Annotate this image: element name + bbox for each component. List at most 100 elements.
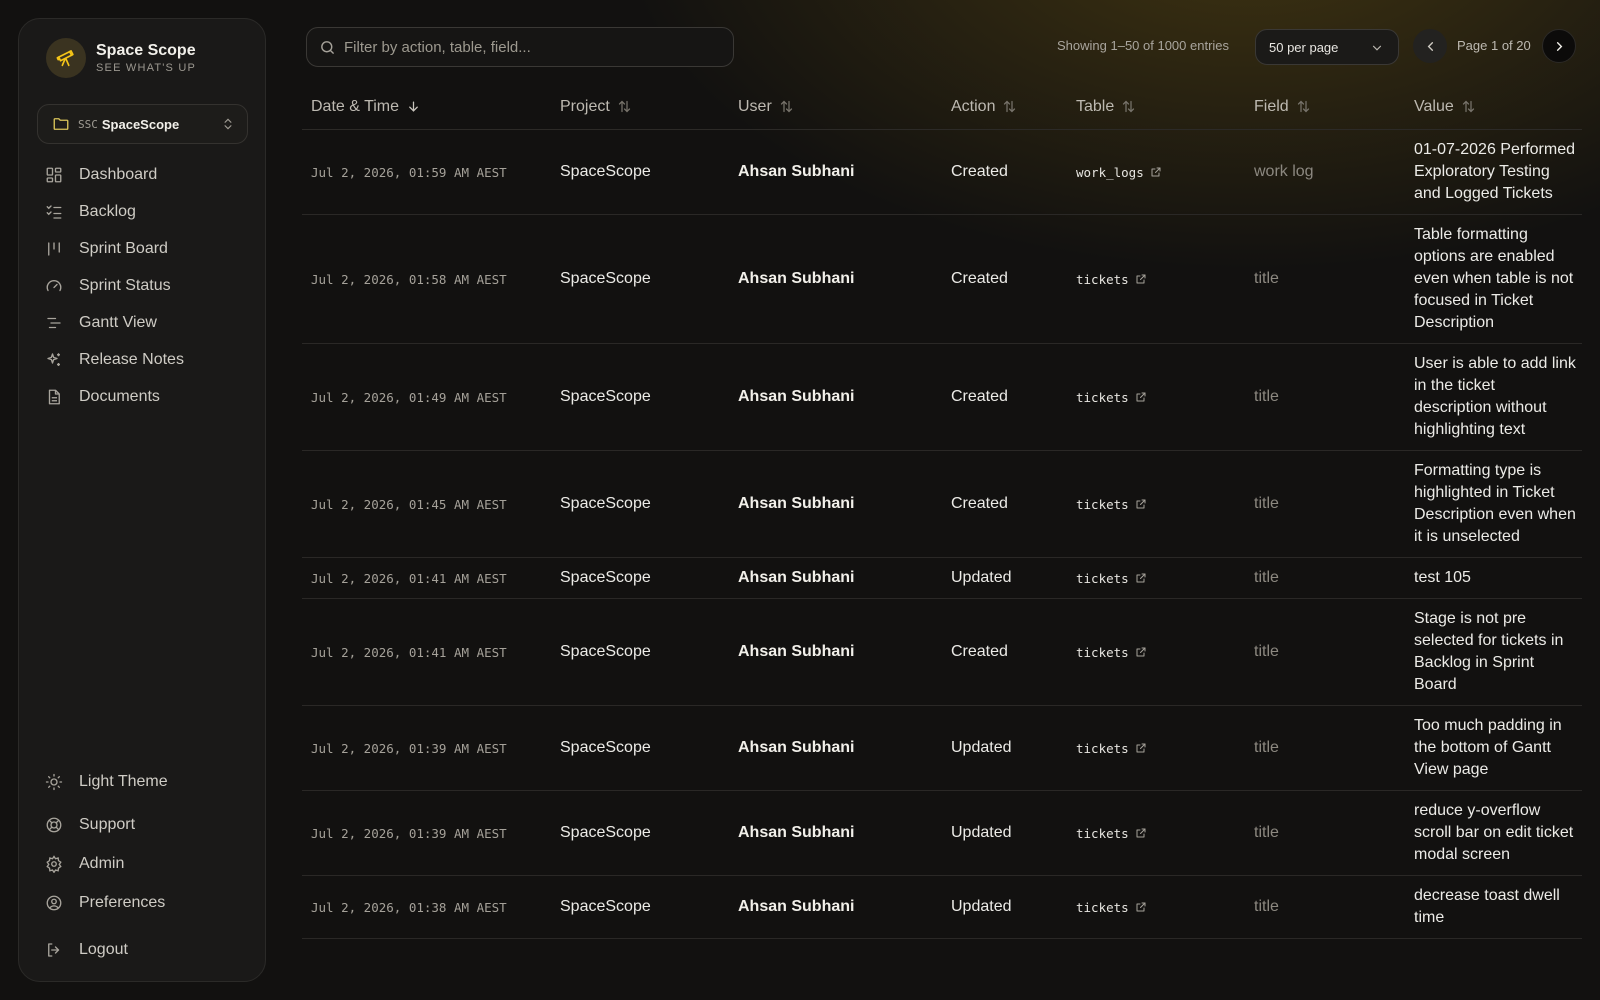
- search-box[interactable]: [306, 27, 734, 67]
- table-name: tickets: [1076, 740, 1129, 756]
- external-link-icon: [1136, 392, 1146, 402]
- table-name: work_logs: [1076, 164, 1144, 180]
- cell-table-link[interactable]: tickets: [1067, 497, 1245, 512]
- arrow-down-icon: [409, 101, 418, 112]
- cell-action: Created: [951, 270, 1008, 287]
- cell-value: Formatting type is highlighted in Ticket…: [1414, 462, 1576, 545]
- cell-project: SpaceScope: [560, 270, 651, 287]
- column-header-project[interactable]: Project: [551, 98, 729, 116]
- cell-user: Ahsan Subhani: [738, 495, 855, 512]
- gantt-icon: [47, 317, 61, 328]
- column-header-value[interactable]: Value: [1405, 98, 1582, 116]
- cell-user: Ahsan Subhani: [738, 739, 855, 756]
- search-input[interactable]: [344, 38, 704, 56]
- table-row[interactable]: Jul 2, 2026, 01:41 AM AEST SpaceScope Ahsa…: [302, 558, 1582, 599]
- cell-table-link[interactable]: work_logs: [1067, 165, 1245, 180]
- previous-page-button[interactable]: [1413, 29, 1447, 63]
- nav-label: Gantt View: [79, 313, 157, 331]
- table-row[interactable]: Jul 2, 2026, 01:59 AM AEST SpaceScope Ahsa…: [302, 130, 1582, 215]
- table-name: tickets: [1076, 899, 1129, 915]
- nav-item-support[interactable]: Support: [45, 805, 245, 844]
- column-header-user[interactable]: User: [729, 98, 942, 116]
- cell-field: work log: [1254, 163, 1314, 180]
- column-header-field[interactable]: Field: [1245, 98, 1405, 116]
- cell-table-link[interactable]: tickets: [1067, 741, 1245, 756]
- cell-action: Updated: [951, 739, 1012, 756]
- table-row[interactable]: Jul 2, 2026, 01:45 AM AEST SpaceScope Ahsa…: [302, 451, 1582, 558]
- cell-field: title: [1254, 388, 1279, 405]
- cell-field: title: [1254, 824, 1279, 841]
- cell-field: title: [1254, 569, 1279, 586]
- nav-item-sprint-board[interactable]: Sprint Board: [45, 230, 245, 267]
- table-name: tickets: [1076, 271, 1129, 287]
- main-nav: Dashboard Backlog Sprint Board Sprint St…: [45, 156, 245, 415]
- nav-label: Sprint Board: [79, 239, 168, 257]
- external-link-icon: [1136, 499, 1146, 509]
- cell-action: Updated: [951, 824, 1012, 841]
- cell-table-link[interactable]: tickets: [1067, 645, 1245, 660]
- external-link-icon: [1136, 274, 1146, 284]
- table-row[interactable]: Jul 2, 2026, 01:39 AM AEST SpaceScope Ahsa…: [302, 791, 1582, 876]
- cell-table-link[interactable]: tickets: [1067, 272, 1245, 287]
- cell-user: Ahsan Subhani: [738, 388, 855, 405]
- cell-value: Too much padding in the bottom of Gantt …: [1414, 717, 1562, 778]
- nav-label: Release Notes: [79, 350, 184, 368]
- nav-item-preferences[interactable]: Preferences: [45, 883, 245, 922]
- project-selector[interactable]: SSC SpaceScope: [37, 104, 248, 144]
- column-header-action[interactable]: Action: [942, 98, 1067, 116]
- nav-item-light-theme[interactable]: Light Theme: [45, 762, 245, 801]
- cell-table-link[interactable]: tickets: [1067, 900, 1245, 915]
- telescope-icon: [46, 38, 86, 78]
- sort-icon: [1123, 100, 1135, 113]
- table-row[interactable]: Jul 2, 2026, 01:38 AM AEST SpaceScope Ahsa…: [302, 876, 1582, 939]
- cell-field: title: [1254, 643, 1279, 660]
- cell-table-link[interactable]: tickets: [1067, 826, 1245, 841]
- nav-item-logout[interactable]: Logout: [45, 930, 245, 969]
- next-page-button[interactable]: [1542, 29, 1576, 63]
- nav-item-backlog[interactable]: Backlog: [45, 193, 245, 230]
- nav-item-sprint-status[interactable]: Sprint Status: [45, 267, 245, 304]
- bottom-nav: Light Theme Support Admin Preferences Lo…: [45, 762, 245, 969]
- brand[interactable]: Space Scope SEE WHAT'S UP: [46, 38, 196, 78]
- cell-value: test 105: [1414, 569, 1471, 586]
- sort-icon: [1297, 100, 1309, 113]
- external-link-icon: [1151, 167, 1161, 177]
- column-header-date-time[interactable]: Date & Time: [302, 98, 551, 116]
- nav-item-documents[interactable]: Documents: [45, 378, 245, 415]
- table-body: Jul 2, 2026, 01:59 AM AEST SpaceScope Ahsa…: [302, 130, 1582, 939]
- per-page-select[interactable]: 50 per page: [1255, 29, 1399, 65]
- external-link-icon: [1136, 743, 1146, 753]
- cell-project: SpaceScope: [560, 739, 651, 756]
- sort-icon: [1004, 100, 1016, 113]
- nav-item-release-notes[interactable]: Release Notes: [45, 341, 245, 378]
- nav-item-dashboard[interactable]: Dashboard: [45, 156, 245, 193]
- cell-field: title: [1254, 739, 1279, 756]
- cell-datetime: Jul 2, 2026, 01:41 AM AEST: [311, 644, 507, 660]
- table-row[interactable]: Jul 2, 2026, 01:58 AM AEST SpaceScope Ahsa…: [302, 215, 1582, 344]
- sort-icon: [780, 100, 792, 113]
- cell-datetime: Jul 2, 2026, 01:39 AM AEST: [311, 740, 507, 756]
- table-row[interactable]: Jul 2, 2026, 01:49 AM AEST SpaceScope Ahsa…: [302, 344, 1582, 451]
- cell-value: decrease toast dwell time: [1414, 887, 1560, 926]
- cell-project: SpaceScope: [560, 163, 651, 180]
- cell-user: Ahsan Subhani: [738, 163, 855, 180]
- chevron-down-icon: [1372, 45, 1382, 51]
- kanban-icon: [48, 241, 60, 256]
- cell-table-link[interactable]: tickets: [1067, 390, 1245, 405]
- cell-datetime: Jul 2, 2026, 01:38 AM AEST: [311, 899, 507, 915]
- cell-action: Updated: [951, 569, 1012, 586]
- nav-item-gantt-view[interactable]: Gantt View: [45, 304, 245, 341]
- logout-icon: [48, 942, 60, 957]
- table-row[interactable]: Jul 2, 2026, 01:41 AM AEST SpaceScope Ahsa…: [302, 599, 1582, 706]
- column-header-table[interactable]: Table: [1067, 98, 1245, 116]
- cell-user: Ahsan Subhani: [738, 569, 855, 586]
- table-row[interactable]: Jul 2, 2026, 01:39 AM AEST SpaceScope Ahsa…: [302, 706, 1582, 791]
- cell-action: Created: [951, 495, 1008, 512]
- cell-project: SpaceScope: [560, 495, 651, 512]
- cell-table-link[interactable]: tickets: [1067, 571, 1245, 586]
- nav-item-admin[interactable]: Admin: [45, 844, 245, 883]
- brand-name: Space Scope: [96, 42, 196, 59]
- cell-value: Stage is not pre selected for tickets in…: [1414, 610, 1564, 693]
- cell-field: title: [1254, 495, 1279, 512]
- cell-user: Ahsan Subhani: [738, 270, 855, 287]
